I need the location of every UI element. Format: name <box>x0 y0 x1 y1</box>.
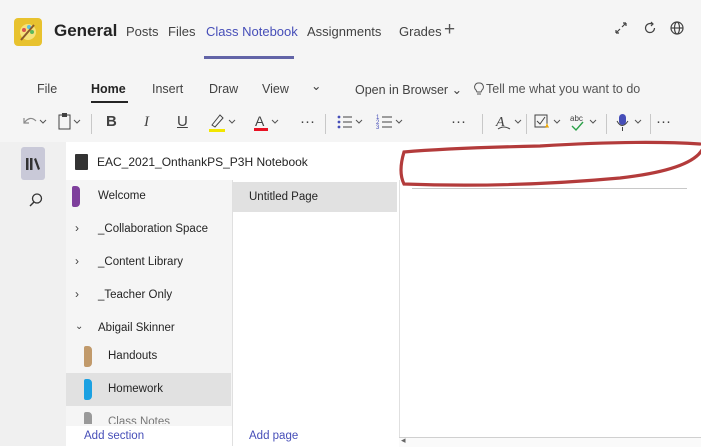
tab-files[interactable]: Files <box>168 24 195 39</box>
section-item-homework[interactable]: Homework <box>66 373 231 406</box>
numbering-icon[interactable]: 123 <box>375 111 407 133</box>
toolbar-divider <box>91 114 92 134</box>
undo-icon[interactable] <box>20 111 48 133</box>
svg-text:abc: abc <box>570 114 583 123</box>
highlight-icon[interactable] <box>207 111 239 133</box>
chevron-right-icon[interactable]: › <box>75 221 79 235</box>
red-annotation-outline <box>399 140 701 187</box>
section-label: Homework <box>108 383 163 395</box>
tab-assignments[interactable]: Assignments <box>307 24 381 39</box>
section-tab-color <box>84 412 92 424</box>
tab-class-notebook[interactable]: Class Notebook <box>206 24 298 39</box>
chevron-right-icon[interactable]: › <box>75 254 79 268</box>
styles-icon[interactable]: A <box>494 111 526 133</box>
tag-icon[interactable] <box>533 111 565 133</box>
ribbon-tab-view[interactable]: View <box>262 82 289 96</box>
section-item-class-notes[interactable]: Class Notes <box>66 406 231 424</box>
search-icon[interactable] <box>28 192 44 213</box>
ribbon-more-tabs-button[interactable]: ⌄ <box>311 78 321 93</box>
expand-icon[interactable] <box>613 20 629 41</box>
ribbon-tab-file[interactable]: File <box>37 82 57 96</box>
refresh-icon[interactable] <box>642 20 658 41</box>
notebooks-icon[interactable] <box>21 147 45 180</box>
tell-me-search[interactable]: Tell me what you want to do <box>486 82 640 96</box>
font-color-icon[interactable]: A <box>252 111 284 133</box>
left-rail <box>0 142 66 446</box>
more-options-icon[interactable]: ··· <box>451 111 466 133</box>
open-in-browser-button[interactable]: Open in Browser ⌄ <box>355 82 462 97</box>
section-label: _Collaboration Space <box>98 223 208 235</box>
ribbon-tab-insert[interactable]: Insert <box>152 82 183 96</box>
tab-posts[interactable]: Posts <box>126 24 159 39</box>
italic-icon[interactable]: I <box>144 111 149 133</box>
ribbon-tab-draw[interactable]: Draw <box>209 82 238 96</box>
paint-palette-icon <box>20 24 36 41</box>
svg-text:3: 3 <box>376 125 380 131</box>
section-group-collaboration-space[interactable]: › _Collaboration Space <box>66 213 231 246</box>
tab-grades[interactable]: Grades <box>399 24 442 39</box>
chevron-right-icon[interactable]: › <box>75 287 79 301</box>
toolbar-divider <box>526 114 527 134</box>
bold-icon[interactable]: B <box>106 111 117 133</box>
toolbar-divider <box>325 114 326 134</box>
svg-text:A: A <box>255 113 265 129</box>
spelling-icon[interactable]: abc <box>569 111 601 133</box>
chevron-down-icon[interactable]: ⌄ <box>75 321 83 332</box>
bullets-icon[interactable] <box>335 111 367 133</box>
section-label: Class Notes <box>108 416 170 424</box>
section-group-content-library[interactable]: › _Content Library <box>66 246 231 279</box>
paste-icon[interactable] <box>56 111 84 133</box>
dictate-microphone-icon[interactable] <box>614 111 646 133</box>
scroll-left-arrow-icon[interactable]: ◂ <box>401 435 406 446</box>
section-item-handouts[interactable]: Handouts <box>66 340 231 373</box>
section-tab-color <box>84 379 92 400</box>
add-section-button[interactable]: Add section <box>84 430 144 442</box>
section-label: _Content Library <box>98 256 184 268</box>
channel-name: General <box>54 21 118 40</box>
section-item-welcome[interactable]: Welcome <box>66 180 231 213</box>
ribbon-tab-home[interactable]: Home <box>91 82 126 96</box>
underline-icon[interactable]: U <box>177 111 188 133</box>
section-tab-color <box>72 186 80 207</box>
section-label: Welcome <box>98 190 146 202</box>
section-label: Abigail Skinner <box>98 322 175 334</box>
section-tab-color <box>84 346 92 367</box>
team-avatar[interactable] <box>14 18 42 46</box>
more-options-icon[interactable]: ··· <box>656 111 671 133</box>
notebook-name[interactable]: EAC_2021_OnthankPS_P3H Notebook <box>97 155 308 169</box>
more-options-icon[interactable]: ··· <box>300 111 315 133</box>
section-label: _Teacher Only <box>98 289 173 301</box>
section-group-teacher-only[interactable]: › _Teacher Only <box>66 279 231 312</box>
page-item[interactable]: Untitled Page <box>233 182 397 212</box>
add-page-button[interactable]: Add page <box>249 430 298 442</box>
section-label: Handouts <box>108 350 158 362</box>
toolbar-divider <box>650 114 651 134</box>
notebook-icon <box>75 154 88 170</box>
lightbulb-icon <box>474 82 484 102</box>
toolbar-divider <box>482 114 483 134</box>
toolbar-divider <box>606 114 607 134</box>
page-list <box>232 180 400 446</box>
active-tab-indicator <box>204 56 294 59</box>
page-label: Untitled Page <box>249 191 319 203</box>
ribbon-active-indicator <box>91 101 128 103</box>
globe-icon[interactable] <box>669 20 685 41</box>
add-tab-button[interactable]: + <box>444 19 455 41</box>
